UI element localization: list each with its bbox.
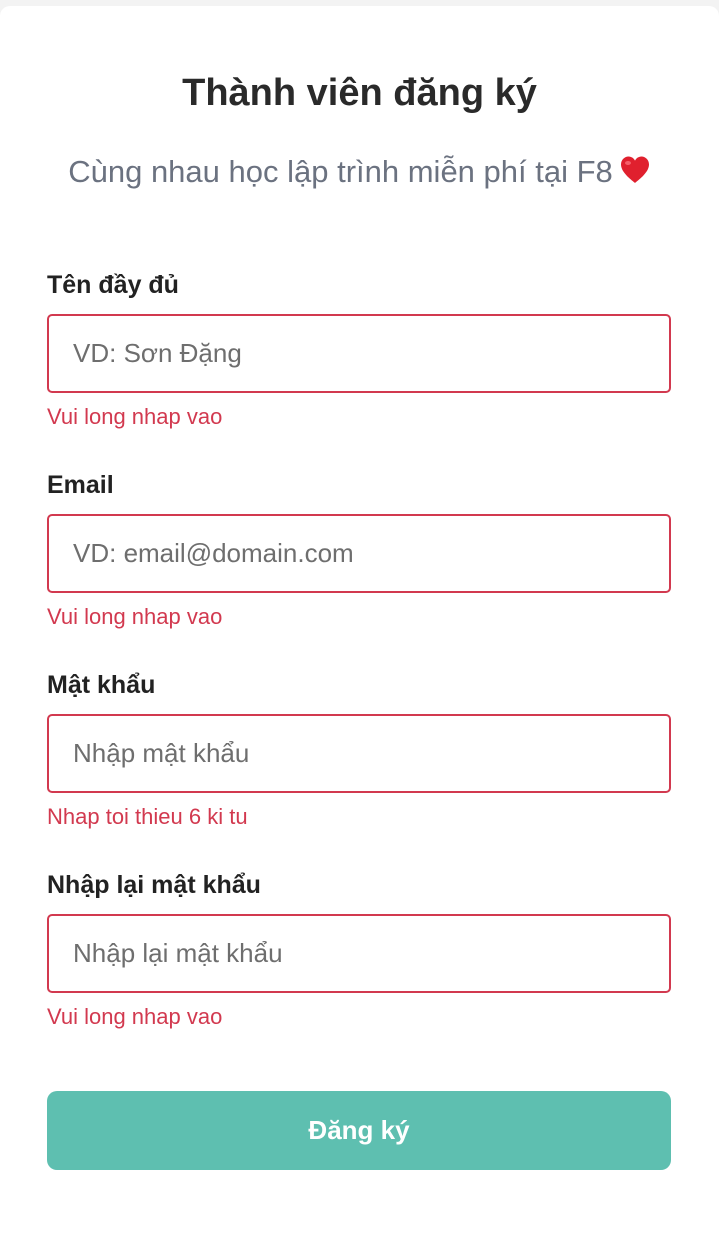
- register-submit-button[interactable]: Đăng ký: [47, 1091, 671, 1170]
- password-label: Mật khẩu: [47, 671, 156, 699]
- email-input[interactable]: [47, 514, 671, 593]
- email-error-message: Vui long nhap vao: [47, 604, 223, 629]
- register-form-card: Thành viên đăng ký Cùng nhau học lập trì…: [0, 6, 719, 1233]
- password-confirm-field: Nhập lại mật khẩu Vui long nhap vao: [47, 870, 671, 1030]
- fullname-input[interactable]: [47, 314, 671, 393]
- password-input[interactable]: [47, 714, 671, 793]
- email-label: Email: [47, 471, 114, 499]
- form-title: Thành viên đăng ký: [182, 72, 537, 114]
- fullname-label: Tên đầy đủ: [47, 271, 179, 299]
- form-subtitle-text: Cùng nhau học lập trình miễn phí tại F8: [68, 154, 613, 189]
- password-confirm-error-message: Vui long nhap vao: [47, 1004, 223, 1029]
- password-field: Mật khẩu Nhap toi thieu 6 ki tu: [47, 670, 671, 830]
- fullname-field: Tên đầy đủ Vui long nhap vao: [47, 270, 671, 430]
- password-confirm-input[interactable]: [47, 914, 671, 993]
- red-heart-icon: [619, 154, 651, 186]
- password-confirm-label: Nhập lại mật khẩu: [47, 871, 261, 899]
- email-field: Email Vui long nhap vao: [47, 470, 671, 630]
- fullname-error-message: Vui long nhap vao: [47, 404, 223, 429]
- form-subtitle: Cùng nhau học lập trình miễn phí tại F8: [0, 152, 719, 192]
- password-error-message: Nhap toi thieu 6 ki tu: [47, 804, 248, 829]
